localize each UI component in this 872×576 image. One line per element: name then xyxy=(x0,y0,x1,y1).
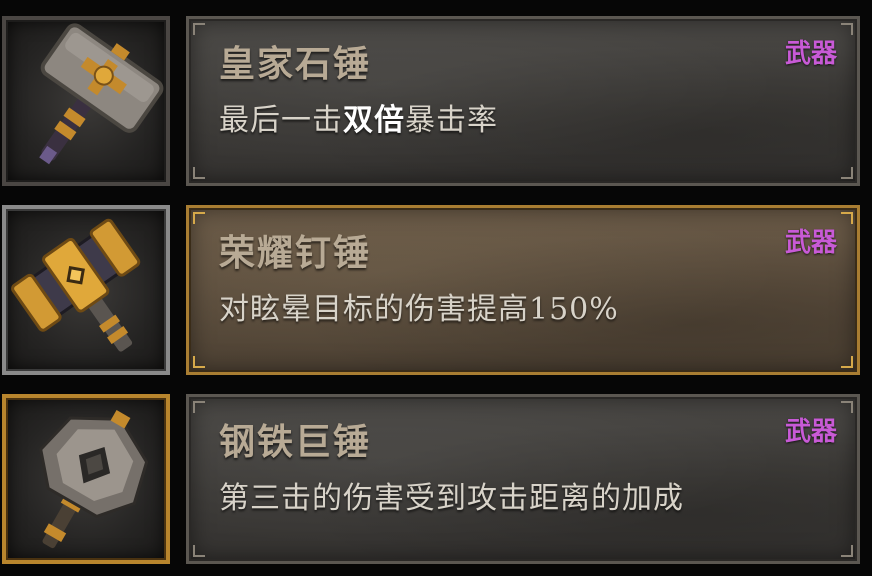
weapon-icon-frame[interactable] xyxy=(2,205,170,375)
weapon-card-selected[interactable]: 荣耀钉锤 武器 对眩晕目标的伤害提高150% xyxy=(186,205,860,375)
golden-hammer-icon xyxy=(11,218,141,352)
weapon-type-tag: 武器 xyxy=(784,39,837,69)
weapon-icon-frame[interactable] xyxy=(2,16,170,186)
weapon-icon-frame[interactable] xyxy=(2,394,170,564)
weapon-type-tag: 武器 xyxy=(784,228,837,258)
weapon-name: 荣耀钉锤 xyxy=(219,232,372,274)
corner-ornament xyxy=(193,356,205,368)
corner-ornament xyxy=(193,23,205,35)
corner-ornament xyxy=(193,545,205,557)
corner-ornament xyxy=(841,23,853,35)
stone-hammer-icon xyxy=(39,23,164,165)
corner-ornament xyxy=(193,167,205,179)
weapon-description: 第三击的伤害受到攻击距离的加成 xyxy=(219,481,684,516)
weapon-option-row[interactable]: 皇家石锤 武器 最后一击双倍暴击率 xyxy=(0,10,872,190)
highlight-text: 双倍 xyxy=(343,103,405,138)
corner-ornament xyxy=(193,212,205,224)
weapon-name: 皇家石锤 xyxy=(219,43,372,85)
corner-ornament xyxy=(841,356,853,368)
corner-ornament xyxy=(193,401,205,413)
weapon-type-tag: 武器 xyxy=(784,417,837,447)
corner-ornament xyxy=(841,212,853,224)
corner-ornament xyxy=(841,167,853,179)
spiked-mace-icon xyxy=(39,410,149,549)
weapon-card[interactable]: 钢铁巨锤 武器 第三击的伤害受到攻击距离的加成 xyxy=(186,394,860,564)
weapon-description: 对眩晕目标的伤害提高150% xyxy=(219,292,619,327)
weapon-description: 最后一击双倍暴击率 xyxy=(219,103,498,138)
weapon-option-row[interactable]: 荣耀钉锤 武器 对眩晕目标的伤害提高150% xyxy=(0,199,872,379)
weapon-option-row[interactable]: 钢铁巨锤 武器 第三击的伤害受到攻击距离的加成 xyxy=(0,388,872,568)
corner-ornament xyxy=(841,545,853,557)
corner-ornament xyxy=(841,401,853,413)
weapon-card[interactable]: 皇家石锤 武器 最后一击双倍暴击率 xyxy=(186,16,860,186)
weapon-name: 钢铁巨锤 xyxy=(219,421,372,463)
